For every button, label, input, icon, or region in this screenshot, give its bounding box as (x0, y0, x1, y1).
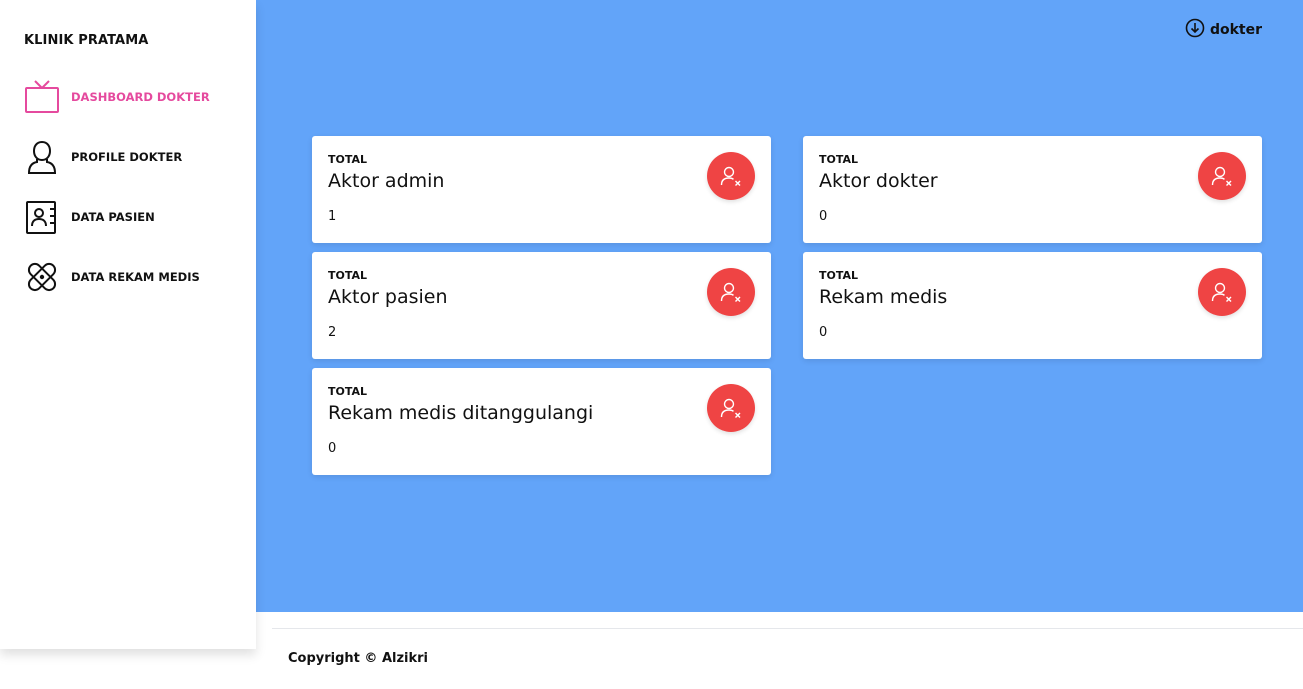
card-value: 0 (328, 441, 337, 456)
sidebar-item-data-pasien[interactable]: DATA PASIEN (24, 197, 244, 237)
stat-card-rekam-medis: TOTAL Rekam medis 0 (803, 252, 1262, 359)
page: KLINIK PRATAMA DASHBOARD DOKTER PROFILE … (0, 0, 1303, 689)
sidebar-item-label: PROFILE DOKTER (71, 150, 183, 164)
sidebar-item-profile-dokter[interactable]: PROFILE DOKTER (24, 137, 244, 177)
main-content: dokter TOTAL Aktor admin 1 TOTAL Aktor d… (256, 0, 1303, 612)
sidebar: KLINIK PRATAMA DASHBOARD DOKTER PROFILE … (0, 0, 256, 649)
card-value: 2 (328, 325, 337, 340)
card-value: 0 (819, 325, 828, 340)
user-remove-icon (1198, 268, 1246, 316)
card-label: TOTAL (328, 269, 368, 282)
sidebar-item-label: DASHBOARD DOKTER (71, 90, 210, 104)
brand-title: KLINIK PRATAMA (24, 33, 149, 48)
bandage-icon (24, 259, 60, 295)
card-title: Rekam medis ditanggulangi (328, 402, 594, 424)
sidebar-item-data-rekam-medis[interactable]: DATA REKAM MEDIS (24, 257, 244, 297)
user-remove-icon (1198, 152, 1246, 200)
card-label: TOTAL (819, 269, 859, 282)
sidebar-item-label: DATA PASIEN (71, 210, 155, 224)
card-label: TOTAL (328, 153, 368, 166)
stat-card-aktor-dokter: TOTAL Aktor dokter 0 (803, 136, 1262, 243)
user-remove-icon (707, 152, 755, 200)
stat-card-rekam-medis-ditanggulangi: TOTAL Rekam medis ditanggulangi 0 (312, 368, 771, 475)
user-outline-icon (24, 139, 60, 175)
sidebar-item-dashboard-dokter[interactable]: DASHBOARD DOKTER (24, 77, 244, 117)
user-remove-icon (707, 268, 755, 316)
user-menu[interactable]: dokter (1185, 18, 1262, 42)
card-label: TOTAL (819, 153, 859, 166)
card-label: TOTAL (328, 385, 368, 398)
card-title: Aktor pasien (328, 286, 448, 308)
copyright-text: Copyright © Alzikri (288, 651, 428, 666)
tv-icon (24, 79, 60, 115)
stat-card-aktor-pasien: TOTAL Aktor pasien 2 (312, 252, 771, 359)
sidebar-item-label: DATA REKAM MEDIS (71, 270, 200, 284)
card-title: Aktor dokter (819, 170, 938, 192)
arrow-down-circle-icon (1185, 18, 1205, 42)
user-name: dokter (1209, 22, 1262, 38)
card-title: Aktor admin (328, 170, 445, 192)
contact-book-icon (24, 199, 60, 235)
stat-card-aktor-admin: TOTAL Aktor admin 1 (312, 136, 771, 243)
card-title: Rekam medis (819, 286, 948, 308)
card-value: 1 (328, 209, 337, 224)
footer: Copyright © Alzikri (272, 628, 1303, 689)
card-value: 0 (819, 209, 828, 224)
user-remove-icon (707, 384, 755, 432)
